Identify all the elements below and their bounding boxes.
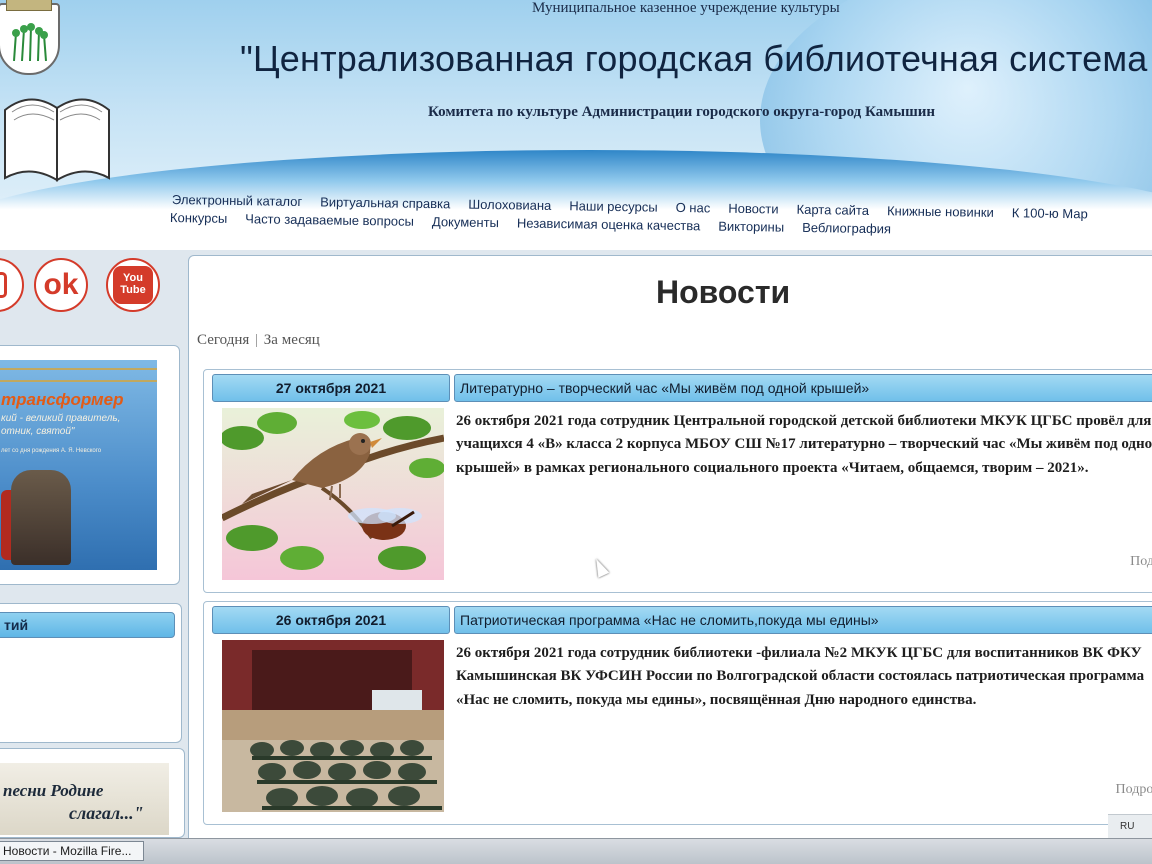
sidebar-box: тий [0, 603, 182, 743]
nav-new-books[interactable]: Книжные новинки [887, 203, 994, 220]
sidebar-box-title: тий [4, 617, 29, 633]
site-title: "Централизованная городская библиотечная… [240, 38, 1148, 79]
filter-separator: | [255, 332, 259, 348]
promo-title: трансформер [1, 390, 124, 409]
news-photo[interactable] [222, 408, 444, 580]
social-icon [0, 272, 7, 298]
nav-news[interactable]: Новости [728, 201, 779, 217]
poem-banner[interactable]: песни Родине слагал..." [0, 763, 169, 835]
nav-contests[interactable]: Конкурсы [170, 210, 227, 226]
nav-virtual-help[interactable]: Виртуальная справка [320, 194, 450, 211]
news-date: 27 октября 2021 [212, 374, 450, 402]
sidebar-poem-box: песни Родине слагал..." [0, 748, 185, 838]
promo-subtitle-line2: отник, святой" [1, 426, 75, 437]
news-summary: 26 октября 2021 года сотрудник Центральн… [456, 413, 1152, 476]
news-title-link[interactable]: Патриотическая программа «Нас не сломить… [454, 606, 1152, 634]
knight-figure [11, 470, 71, 565]
open-book-icon [4, 98, 110, 182]
nav-documents[interactable]: Документы [432, 214, 499, 230]
poem-line-1: песни Родине [3, 781, 104, 800]
news-photo[interactable] [222, 640, 444, 812]
nav-about[interactable]: О нас [676, 200, 711, 216]
ornament [0, 368, 157, 382]
nav-sholokhoviana[interactable]: Шолоховиана [468, 197, 551, 213]
nav-sitemap[interactable]: Карта сайта [796, 202, 869, 218]
odnoklassniki-link[interactable]: ok [34, 258, 88, 312]
news-filter: Сегодня | За месяц [197, 332, 320, 349]
odnoklassniki-icon: ok [43, 268, 79, 301]
language-indicator[interactable]: RU [1120, 821, 1134, 832]
page-title: Новости [656, 274, 791, 310]
read-more-link[interactable]: Подро [1130, 554, 1152, 570]
nav-webliography[interactable]: Веблиография [802, 220, 891, 236]
main-navigation: Электронный каталог Виртуальная справка … [170, 192, 1152, 236]
site-logo[interactable] [0, 0, 165, 195]
read-more-link[interactable]: Подробн [1116, 782, 1152, 798]
news-panel: Новости Сегодня | За месяц 27 октября 20… [188, 255, 1152, 845]
promo-banner[interactable]: трансформер кий - великий правитель, отн… [0, 360, 157, 570]
news-item: 27 октября 2021 Литературно – творческий… [203, 369, 1152, 593]
promo-note: лет со дня рождения А. Я. Невского [1, 448, 102, 454]
youtube-icon: You Tube [113, 266, 153, 304]
news-title-link[interactable]: Литературно – творческий час «Мы живём п… [454, 374, 1152, 402]
taskbar: Новости - Mozilla Fire... RU [0, 821, 1152, 864]
social-link-partial[interactable] [0, 258, 24, 312]
nav-electronic-catalog[interactable]: Электронный каталог [172, 192, 302, 209]
sidebar-promo-box: трансформер кий - великий правитель, отн… [0, 345, 180, 585]
site-subtitle: Комитета по культуре Администрации город… [428, 104, 936, 120]
promo-subtitle-line1: кий - великий правитель, [1, 413, 121, 424]
nav-faq[interactable]: Часто задаваемые вопросы [245, 211, 414, 229]
sidebar-box-header[interactable]: тий [0, 612, 175, 638]
org-type: Муниципальное казенное учреждение культу… [532, 0, 840, 16]
youtube-icon-bottom: Tube [120, 284, 146, 296]
nav-anniversary[interactable]: К 100-ю Мар [1012, 205, 1088, 221]
nav-our-resources[interactable]: Наши ресурсы [569, 198, 658, 214]
filter-today-link[interactable]: Сегодня [197, 332, 249, 348]
filter-month-link[interactable]: За месяц [264, 332, 320, 348]
site-header: Муниципальное казенное учреждение культу… [0, 0, 1152, 250]
nav-quality-assessment[interactable]: Независимая оценка качества [517, 215, 701, 233]
news-item: 26 октября 2021 Патриотическая программа… [203, 601, 1152, 825]
taskbar-firefox-item[interactable]: Новости - Mozilla Fire... [0, 841, 144, 861]
nav-quizzes[interactable]: Викторины [718, 219, 784, 235]
news-summary: 26 октября 2021 года сотрудник библиотек… [456, 645, 1145, 708]
youtube-link[interactable]: You Tube [106, 258, 160, 312]
poem-line-2: слагал..." [69, 803, 144, 823]
promo-subtitle: кий - великий правитель, отник, святой" [1, 412, 120, 438]
news-date: 26 октября 2021 [212, 606, 450, 634]
city-crest-icon [0, 0, 60, 75]
